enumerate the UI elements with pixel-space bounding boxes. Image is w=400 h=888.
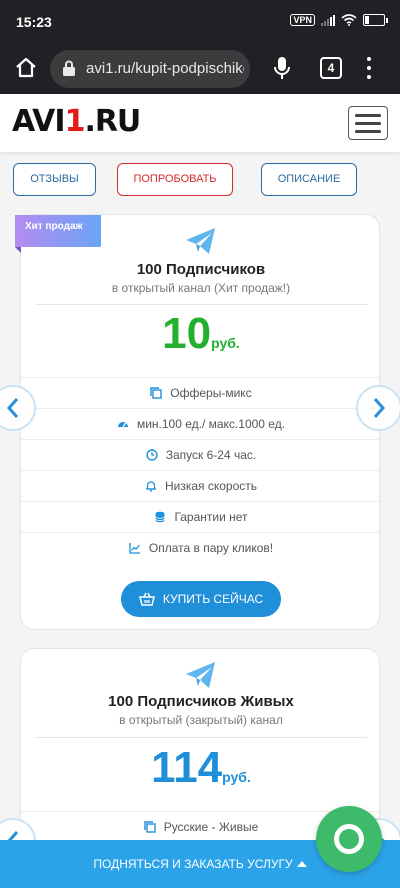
chart-line-icon	[129, 543, 140, 554]
speedometer-icon	[117, 422, 128, 428]
basket-icon	[138, 592, 155, 606]
battery-icon: 23	[363, 14, 388, 26]
more-menu-icon[interactable]	[366, 57, 372, 79]
telegram-plane-icon	[186, 662, 215, 688]
description-button[interactable]: ОПИСАНИЕ	[261, 163, 357, 196]
status-time: 15:23	[16, 14, 52, 30]
product-title: 100 Подписчиков	[136, 261, 266, 278]
lock-icon	[63, 60, 75, 76]
carousel-next-button[interactable]	[356, 385, 400, 431]
feature-row: Запуск 6-24 час.	[21, 439, 381, 470]
menu-button[interactable]	[348, 106, 388, 140]
product-title: 100 Подписчиков Живых	[108, 693, 294, 710]
status-icons: VPN 23	[290, 14, 388, 26]
vpn-indicator: VPN	[290, 14, 315, 26]
feature-row: Оплата в пару кликов!	[21, 532, 381, 563]
buy-now-button[interactable]: КУПИТЬ СЕЙЧАС	[121, 581, 281, 617]
scroll-to-top-label: ПОДНЯТЬСЯ И ЗАКАЗАТЬ УСЛУГУ	[93, 857, 293, 871]
url-text: avi1.ru/kupit-podpischiko	[86, 60, 244, 77]
battery-level: 23	[369, 15, 379, 24]
feature-row: Гарантии нет	[21, 501, 381, 532]
chat-bubble-icon	[334, 824, 364, 854]
site-logo[interactable]: AVI1.RU	[12, 104, 141, 139]
chat-button[interactable]	[316, 806, 382, 872]
microphone-icon[interactable]	[272, 56, 292, 80]
home-icon[interactable]	[14, 56, 38, 80]
copy-icon	[150, 387, 162, 399]
product-price: 10руб.	[162, 309, 240, 358]
database-icon	[155, 511, 166, 523]
chevron-right-icon	[373, 398, 386, 418]
reviews-button[interactable]: ОТЗЫВЫ	[13, 163, 96, 196]
copy-icon	[143, 821, 156, 833]
address-bar[interactable]: avi1.ru/kupit-podpischiko	[50, 50, 250, 88]
product-card: Хит продаж 100 Подписчиков в открытый ка…	[15, 214, 381, 630]
product-subtitle: в открытый канал (Хит продаж!)	[111, 281, 291, 295]
telegram-plane-icon	[186, 228, 215, 254]
feature-row: мин.100 ед./ макс.1000 ед.	[21, 408, 381, 439]
signal-icon	[321, 14, 335, 26]
browser-toolbar: avi1.ru/kupit-podpischiko 4	[0, 44, 400, 94]
product-price: 114руб.	[151, 743, 251, 792]
chevron-left-icon	[6, 398, 19, 418]
bell-icon	[145, 481, 156, 492]
bestseller-badge: Хит продаж	[15, 215, 101, 247]
caret-up-icon	[296, 861, 307, 867]
site-header: AVI1.RU	[0, 94, 400, 152]
feature-row: Низкая скорость	[21, 470, 381, 501]
clock-icon	[146, 449, 158, 461]
product-subtitle: в открытый (закрытый) канал	[119, 713, 283, 727]
status-bar: 15:23 VPN 23	[0, 0, 400, 44]
tab-switcher-button[interactable]: 4	[320, 57, 342, 79]
feature-row: Офферы-микс	[21, 377, 381, 408]
wifi-icon	[341, 14, 357, 26]
try-button[interactable]: ПОПРОБОВАТЬ	[117, 163, 233, 196]
